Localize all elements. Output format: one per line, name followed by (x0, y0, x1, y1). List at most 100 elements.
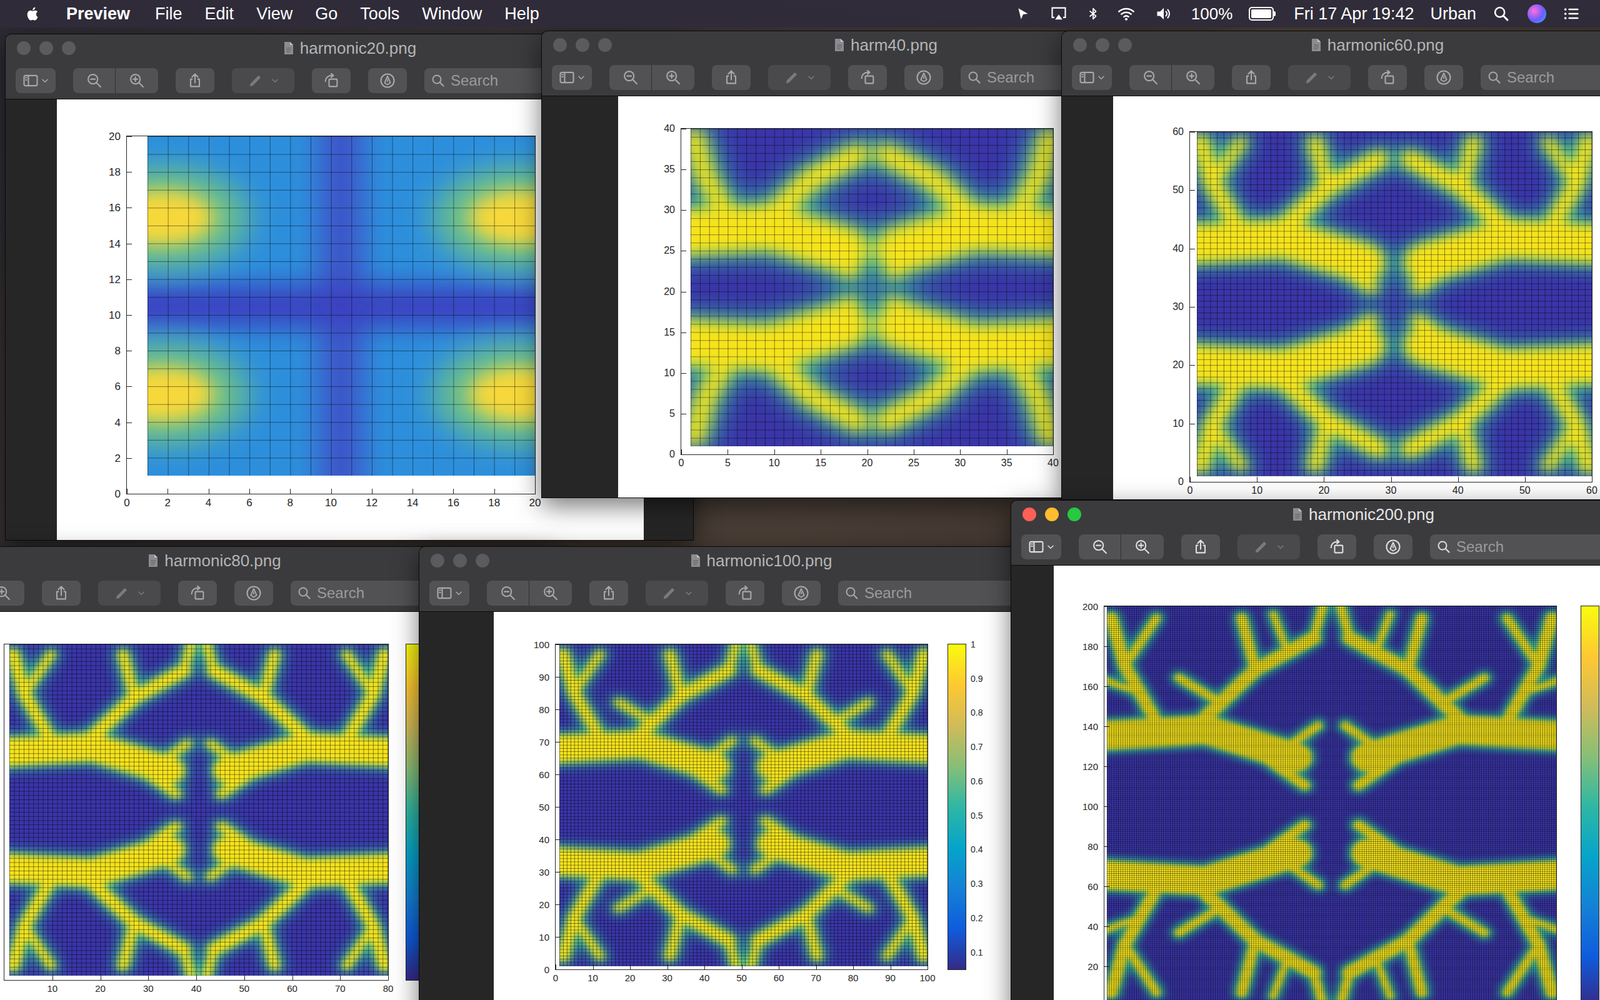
zoom-out-button[interactable] (1078, 534, 1122, 560)
y-tick-label: 0 (1178, 476, 1184, 487)
zoom-in-button[interactable] (1171, 65, 1215, 90)
y-tick-label: 90 (538, 672, 550, 682)
markup-pen-button[interactable] (768, 65, 831, 90)
minimize-button[interactable] (1045, 507, 1059, 522)
wifi-icon[interactable] (1116, 5, 1138, 23)
search-input[interactable] (1506, 66, 1600, 89)
markup-button[interactable] (234, 580, 274, 606)
clock[interactable]: Fri 17 Apr 19:42 (1293, 5, 1414, 23)
bluetooth-icon[interactable] (1086, 4, 1100, 24)
sidebar-button[interactable] (15, 68, 56, 94)
share-button[interactable] (589, 580, 629, 606)
markup-button[interactable] (781, 580, 821, 606)
menu-item[interactable]: Edit (205, 5, 235, 23)
rotate-button[interactable] (848, 65, 887, 90)
share-button[interactable] (1231, 65, 1271, 90)
minimize-button[interactable] (575, 38, 590, 52)
close-button[interactable] (430, 553, 445, 568)
zoom-button[interactable] (1118, 38, 1132, 52)
x-tick-label: 40 (1047, 458, 1059, 469)
share-button[interactable] (711, 65, 751, 90)
sidebar-button[interactable] (1071, 65, 1112, 90)
pen-icon (660, 584, 679, 602)
search-field[interactable] (838, 580, 1026, 606)
rotate-button[interactable] (1317, 534, 1357, 560)
y-tick-label: 14 (108, 238, 121, 249)
share-button[interactable] (175, 68, 215, 94)
tick-mark (494, 488, 495, 494)
menu-item[interactable]: Help (504, 5, 540, 23)
zoom-out-button[interactable] (609, 65, 652, 90)
rotate-icon (1328, 538, 1346, 556)
x-tick-label: 10 (46, 983, 58, 994)
zoom-out-button[interactable] (73, 68, 116, 94)
close-button[interactable] (1073, 38, 1087, 52)
x-tick-label: 0 (553, 973, 559, 983)
close-button[interactable] (553, 38, 567, 52)
minimize-button[interactable] (453, 553, 467, 568)
search-input[interactable] (864, 581, 1020, 605)
markup-pen-button[interactable] (1237, 534, 1300, 560)
zoom-in-button[interactable] (651, 65, 695, 90)
zoom-in-button[interactable] (0, 580, 25, 606)
rotate-button[interactable] (178, 580, 217, 606)
zoom-button[interactable] (475, 553, 490, 568)
share-button[interactable] (41, 580, 81, 606)
zoom-in-button[interactable] (529, 580, 572, 606)
x-tick-label: 100 (919, 973, 935, 983)
zoom-in-icon (128, 71, 146, 90)
menu-item[interactable]: File (155, 5, 183, 23)
zoom-in-button[interactable] (115, 68, 159, 94)
markup-pen-button[interactable] (645, 580, 709, 606)
markup-button[interactable] (1373, 534, 1413, 560)
preview-window: harmonic100.png0102030405060708090100010… (418, 546, 1103, 1000)
markup-pen-button[interactable] (98, 580, 161, 606)
minimize-button[interactable] (1095, 38, 1110, 52)
markup-button[interactable] (904, 65, 944, 90)
zoom-button[interactable] (1067, 507, 1082, 522)
search-field[interactable] (1480, 65, 1600, 90)
zoom-button[interactable] (61, 41, 76, 55)
zoom-out-button[interactable] (1129, 65, 1172, 90)
menu-item[interactable]: Window (421, 5, 482, 23)
tick-mark (244, 975, 245, 980)
sidebar-button[interactable] (1021, 534, 1062, 560)
cursor-icon[interactable] (1015, 5, 1033, 23)
search-field[interactable] (1430, 534, 1600, 560)
close-button[interactable] (16, 41, 31, 55)
minimize-button[interactable] (39, 41, 54, 55)
zoom-in-button[interactable] (1121, 534, 1164, 560)
menu-item[interactable]: Go (315, 5, 338, 23)
sidebar-button[interactable] (429, 580, 470, 606)
zoom-out-button[interactable] (486, 580, 530, 606)
rotate-button[interactable] (725, 580, 765, 606)
tick-mark (126, 488, 128, 494)
tick-mark (1190, 190, 1195, 191)
close-button[interactable] (1022, 507, 1037, 522)
markup-button[interactable] (1424, 65, 1464, 90)
zoom-group (609, 65, 695, 90)
rotate-button[interactable] (1368, 65, 1407, 90)
markup-button[interactable] (368, 68, 407, 94)
battery-icon[interactable] (1248, 6, 1278, 22)
markup-pen-button[interactable] (1288, 65, 1351, 90)
airplay-icon[interactable] (1048, 5, 1070, 23)
user-name[interactable]: Urban (1430, 5, 1477, 23)
search-icon[interactable] (1492, 4, 1512, 24)
window-controls (430, 553, 490, 568)
share-button[interactable] (1181, 534, 1220, 560)
menu-item[interactable]: Tools (360, 5, 400, 23)
sidebar-button[interactable] (551, 65, 592, 90)
app-menu[interactable]: Preview (66, 5, 130, 23)
rotate-button[interactable] (311, 68, 351, 94)
notification-center-icon[interactable] (1562, 4, 1582, 24)
siri-icon[interactable] (1527, 4, 1547, 24)
zoom-button[interactable] (598, 38, 612, 52)
volume-icon[interactable] (1153, 5, 1175, 23)
apple-icon[interactable] (25, 3, 42, 24)
search-input[interactable] (1456, 535, 1600, 559)
menu-item[interactable]: View (256, 5, 293, 23)
markup-pen-button[interactable] (231, 68, 295, 94)
share-icon (722, 68, 740, 87)
x-tick-label: 4 (205, 497, 212, 509)
